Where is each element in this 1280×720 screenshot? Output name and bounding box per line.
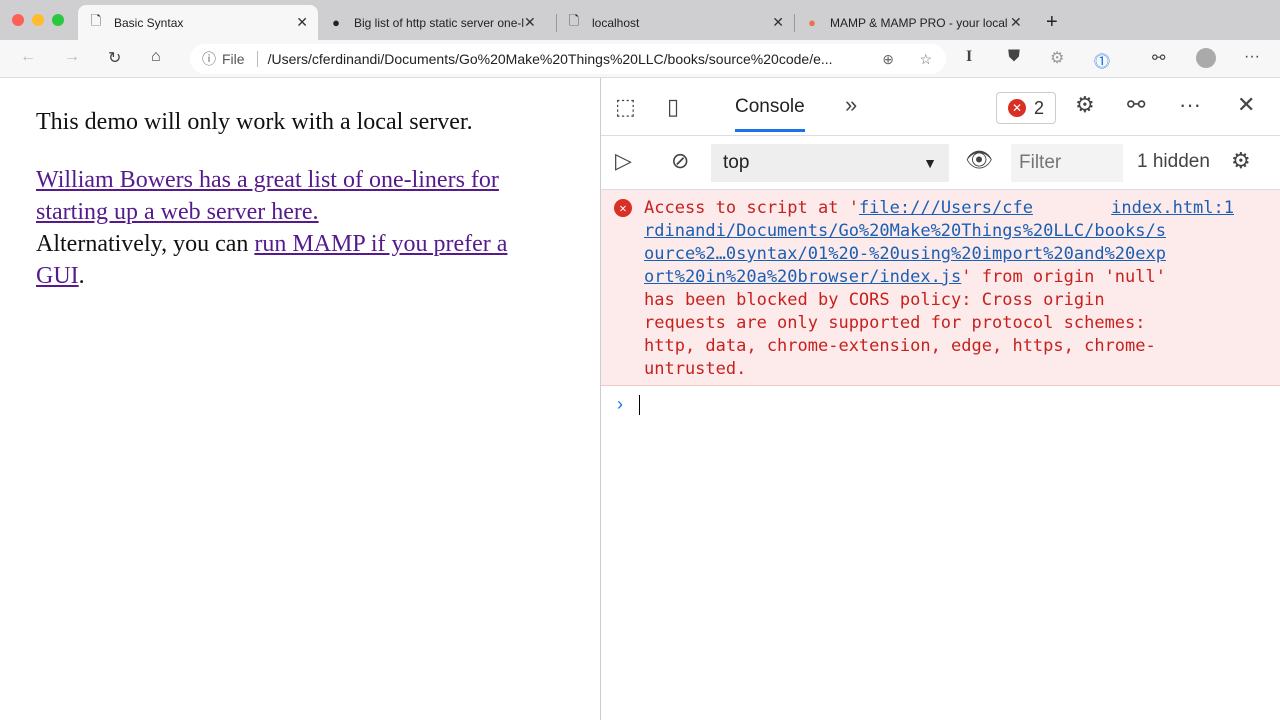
inspect-element-icon[interactable]: ⬚ [615,94,636,120]
error-count-badge[interactable]: ✕ 2 [996,92,1056,124]
devtools-panel: ⬚ ▯ Console » ✕2 ⚙ ⚯ ··· ✕ ▷ ⊘ top▼ 👁 1 … [600,78,1280,720]
avatar[interactable] [1196,48,1216,68]
device-toolbar-icon[interactable]: ▯ [667,94,679,120]
address-bar[interactable]: ⓘ File /Users/cferdinandi/Documents/Go%2… [190,44,946,74]
more-tabs-icon[interactable]: » [845,92,857,118]
close-tab-icon[interactable]: ✕ [1010,14,1022,31]
document-icon: 🗋 [90,12,102,28]
tab-localhost[interactable]: 🗋 localhost ✕ [556,5,794,40]
github-icon: ● [332,15,340,30]
console-settings-icon[interactable]: ⚙ [1231,148,1251,174]
error-icon: ✕ [614,199,632,217]
sidebar-toggle-icon[interactable]: ▷ [615,148,632,174]
prompt-chevron-icon: › [617,394,623,414]
customize-icon[interactable]: ⚯ [1127,92,1145,118]
collections-icon[interactable]: ⚯ [1152,48,1165,68]
script-url-link[interactable]: ource%2…0syntax/01%20-%20using%20import%… [644,244,1166,264]
tab-mamp[interactable]: ● MAMP & MAMP PRO - your local ✕ [794,5,1034,40]
tab-bar: 🗋 Basic Syntax ✕ ● Big list of http static … [0,0,1280,40]
mamp-icon: ● [808,15,816,30]
error-icon: ✕ [1007,99,1026,117]
clear-console-icon[interactable]: ⊘ [671,148,689,174]
tab-big-list[interactable]: ●Big list of http static server one-line… [318,5,556,40]
intro-text: This demo will only work with a local se… [36,109,473,135]
document-icon: 🗋 [568,12,580,28]
page-content: This demo will only work with a local se… [0,78,600,720]
reload-icon[interactable]: ↻ [108,48,121,68]
dropdown-arrow-icon: ▼ [923,155,937,171]
context-select[interactable]: top ▼ [711,144,949,182]
script-url-link[interactable]: ort%20in%20a%20browser/index.js [644,267,961,287]
filter-input[interactable] [1011,144,1123,182]
extension-icon[interactable]: I [966,48,972,66]
close-devtools-icon[interactable]: ✕ [1237,92,1255,118]
hidden-count: 1 hidden [1137,151,1210,172]
settings-extension-icon[interactable]: ⚙ [1050,48,1064,68]
script-url-link[interactable]: file:///Users/cfe [859,198,1033,218]
tab-basic-syntax[interactable]: 🗋 Basic Syntax ✕ [78,5,318,40]
tab-console[interactable]: Console [735,96,805,132]
back-icon[interactable]: ← [20,48,36,66]
close-tab-icon[interactable]: ✕ [296,14,308,31]
more-options-icon[interactable]: ··· [1179,92,1201,118]
browser-toolbar: ← → ↻ ⌂ ⓘ File /Users/cferdinandi/Docume… [0,40,1280,78]
close-tab-icon[interactable]: ✕ [524,14,536,31]
script-url-link[interactable]: rdinandi/Documents/Go%20Make%20Things%20… [644,221,1166,241]
password-manager-icon[interactable]: ⓵ [1094,48,1110,72]
more-icon[interactable]: ··· [1244,48,1260,66]
info-icon: ⓘ [202,51,216,67]
new-tab-button[interactable]: + [1036,5,1068,40]
settings-icon[interactable]: ⚙ [1075,92,1095,118]
ublock-icon[interactable]: ⛊ [1008,48,1020,66]
console-error-message: ✕ index.html:1 Access to script at 'file:/… [601,190,1280,386]
minimize-window-button[interactable] [32,14,44,26]
favorite-icon[interactable]: ☆ [919,51,932,68]
maximize-window-button[interactable] [52,14,64,26]
home-icon[interactable]: ⌂ [151,48,161,66]
forward-icon[interactable]: → [64,48,80,66]
close-window-button[interactable] [12,14,24,26]
source-link[interactable]: index.html:1 [1111,197,1234,220]
live-expression-icon[interactable]: 👁 [965,147,993,173]
one-liners-link[interactable]: William Bowers has a great list of one-l… [36,167,499,225]
console-input[interactable]: › [601,386,1280,423]
window-controls [12,14,64,26]
zoom-icon[interactable]: ⊕ [882,51,894,68]
close-tab-icon[interactable]: ✕ [772,14,784,31]
